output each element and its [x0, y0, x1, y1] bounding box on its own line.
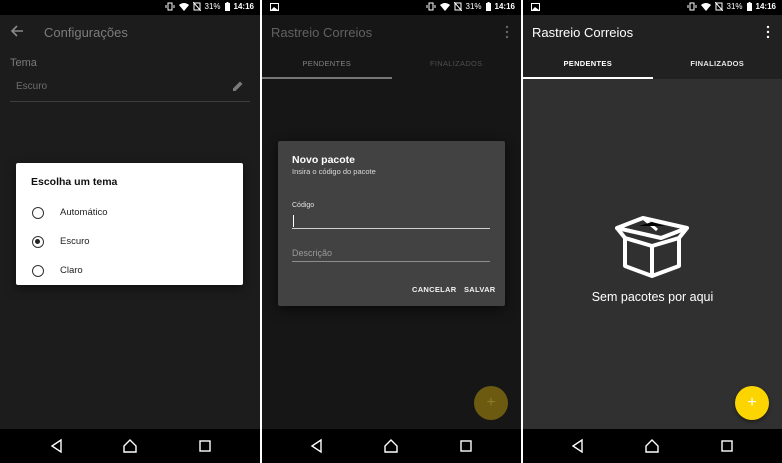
new-package-screen: 31% 14:16 Rastreio Correios PENDENTES FI… — [262, 0, 521, 463]
empty-state-text: Sem pacotes por aqui — [591, 290, 714, 304]
vibrate-icon — [687, 2, 697, 11]
page-title: Configurações — [44, 25, 128, 40]
description-input[interactable] — [292, 244, 490, 262]
app-bar: Rastreio Correios — [523, 15, 782, 49]
add-package-fab[interactable]: + — [474, 386, 508, 420]
wifi-icon — [700, 2, 711, 11]
clock: 14:16 — [494, 2, 515, 11]
tab-finalizados[interactable]: FINALIZADOS — [653, 49, 782, 79]
status-bar: 31% 14:16 — [0, 0, 260, 15]
battery-percent: 31% — [465, 2, 482, 11]
save-button[interactable]: SALVAR — [464, 285, 496, 294]
tab-bar: PENDENTES FINALIZADOS — [523, 49, 782, 79]
dialog-title: Novo pacote — [292, 154, 356, 166]
wifi-icon — [439, 2, 450, 11]
vibrate-icon — [426, 2, 436, 11]
back-arrow-icon[interactable] — [11, 25, 24, 37]
radio-label: Escuro — [60, 236, 90, 247]
no-sim-icon — [714, 2, 723, 11]
theme-option-escuro[interactable]: Escuro — [16, 229, 243, 257]
no-sim-icon — [453, 2, 462, 11]
add-package-fab[interactable]: + — [735, 386, 769, 420]
radio-label: Automático — [60, 207, 108, 218]
clock: 14:16 — [755, 2, 776, 11]
battery-icon — [224, 2, 230, 11]
tab-pendentes[interactable]: PENDENTES — [523, 49, 653, 79]
tab-indicator — [523, 77, 653, 79]
home-nav-icon[interactable] — [644, 438, 660, 454]
navigation-bar — [262, 429, 521, 463]
code-input[interactable] — [292, 211, 490, 229]
radio-button[interactable] — [32, 265, 44, 277]
cancel-button[interactable]: CANCELAR — [412, 285, 456, 294]
status-bar: 31% 14:16 — [523, 0, 782, 15]
navigation-bar — [0, 429, 260, 463]
theme-option-automatico[interactable]: Automático — [16, 200, 243, 228]
wifi-icon — [178, 2, 189, 11]
theme-setting-value[interactable]: Escuro — [16, 81, 47, 92]
recents-nav-icon[interactable] — [719, 438, 735, 454]
theme-option-claro[interactable]: Claro — [16, 258, 243, 286]
navigation-bar — [523, 429, 782, 463]
home-nav-icon[interactable] — [383, 438, 399, 454]
dialog-subtitle: Insira o código do pacote — [292, 167, 376, 176]
no-sim-icon — [192, 2, 201, 11]
radio-button[interactable] — [32, 207, 44, 219]
package-box-icon — [615, 216, 689, 278]
app-bar: Configurações — [0, 15, 260, 49]
package-list-screen: 31% 14:16 Rastreio Correios PENDENTES FI… — [523, 0, 782, 463]
vibrate-icon — [165, 2, 175, 11]
battery-icon — [485, 2, 491, 11]
recents-nav-icon[interactable] — [458, 438, 474, 454]
battery-percent: 31% — [726, 2, 743, 11]
battery-icon — [746, 2, 752, 11]
home-nav-icon[interactable] — [122, 438, 138, 454]
battery-percent: 31% — [204, 2, 221, 11]
divider — [10, 101, 250, 102]
back-nav-icon[interactable] — [570, 438, 586, 454]
radio-label: Claro — [60, 265, 83, 276]
plus-icon: + — [747, 394, 757, 411]
plus-icon: + — [486, 394, 496, 411]
status-bar: 31% 14:16 — [262, 0, 521, 15]
recents-nav-icon[interactable] — [197, 438, 213, 454]
pencil-icon[interactable] — [232, 80, 244, 92]
image-notification-icon — [270, 3, 279, 11]
radio-button-checked[interactable] — [32, 236, 44, 248]
new-package-dialog: Novo pacote Insira o código do pacote Có… — [278, 141, 505, 306]
code-field-label: Código — [292, 202, 315, 209]
more-vert-icon[interactable] — [766, 25, 770, 39]
back-nav-icon[interactable] — [309, 438, 325, 454]
settings-screen: 31% 14:16 Configurações Tema Escuro Esco… — [0, 0, 260, 463]
image-notification-icon — [531, 3, 540, 11]
text-cursor — [293, 215, 294, 227]
theme-dialog: Escolha um tema Automático Escuro Claro — [16, 163, 243, 285]
dialog-title: Escolha um tema — [31, 176, 118, 188]
app-title: Rastreio Correios — [532, 25, 634, 40]
back-nav-icon[interactable] — [49, 438, 65, 454]
theme-setting-label: Tema — [10, 57, 37, 69]
clock: 14:16 — [233, 2, 254, 11]
